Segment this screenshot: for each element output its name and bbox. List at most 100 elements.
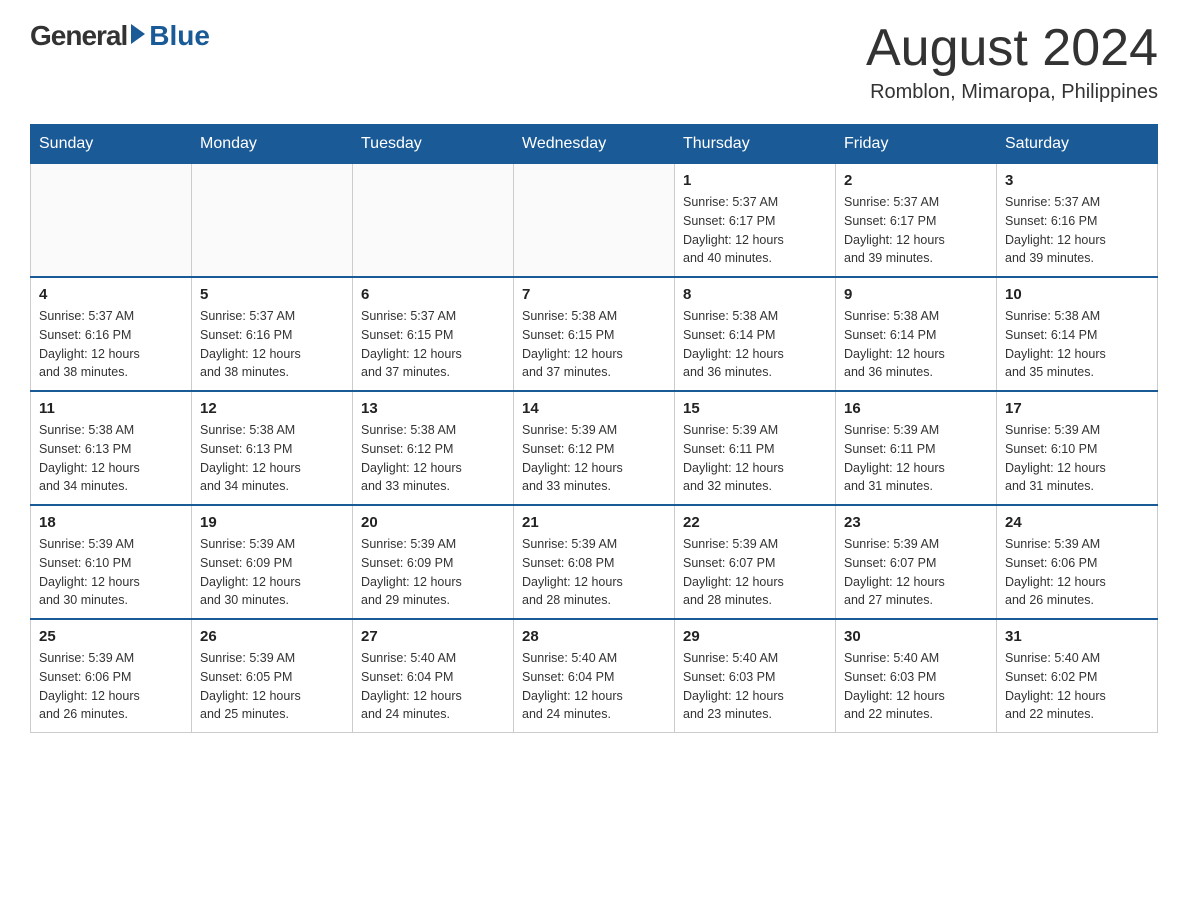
calendar-table: SundayMondayTuesdayWednesdayThursdayFrid… (30, 124, 1158, 733)
logo-blue-text: Blue (149, 20, 210, 52)
calendar-cell: 8Sunrise: 5:38 AM Sunset: 6:14 PM Daylig… (675, 277, 836, 391)
calendar-cell: 13Sunrise: 5:38 AM Sunset: 6:12 PM Dayli… (353, 391, 514, 505)
day-number: 1 (683, 172, 827, 189)
calendar-day-header: Saturday (997, 125, 1158, 164)
day-number: 3 (1005, 172, 1149, 189)
day-number: 21 (522, 514, 666, 531)
day-info: Sunrise: 5:38 AM Sunset: 6:14 PM Dayligh… (1005, 307, 1149, 382)
calendar-week-row: 18Sunrise: 5:39 AM Sunset: 6:10 PM Dayli… (31, 505, 1158, 619)
day-number: 25 (39, 628, 183, 645)
day-info: Sunrise: 5:40 AM Sunset: 6:04 PM Dayligh… (361, 649, 505, 724)
day-number: 13 (361, 400, 505, 417)
calendar-cell: 5 Sunrise: 5:37 AM Sunset: 6:16 PM Daylig… (192, 277, 353, 391)
location-text: Romblon, Mimaropa, Philippines (866, 81, 1158, 104)
calendar-cell: 30 Sunrise: 5:40 AM Sunset: 6:03 PM Dayli… (836, 619, 997, 733)
day-number: 27 (361, 628, 505, 645)
day-number: 14 (522, 400, 666, 417)
day-number: 28 (522, 628, 666, 645)
day-info: Sunrise: 5:39 AM Sunset: 6:06 PM Dayligh… (1005, 535, 1149, 610)
day-info: Sunrise: 5:38 AM Sunset: 6:14 PM Dayligh… (844, 307, 988, 382)
day-info: Sunrise: 5:39 AM Sunset: 6:11 PM Dayligh… (844, 421, 988, 496)
calendar-cell: 29 Sunrise: 5:40 AM Sunset: 6:03 PM Dayli… (675, 619, 836, 733)
day-number: 29 (683, 628, 827, 645)
calendar-cell (514, 164, 675, 278)
day-info: Sunrise: 5:38 AM Sunset: 6:15 PM Dayligh… (522, 307, 666, 382)
calendar-cell: 21 Sunrise: 5:39 AM Sunset: 6:08 PM Dayli… (514, 505, 675, 619)
day-number: 2 (844, 172, 988, 189)
day-number: 12 (200, 400, 344, 417)
day-number: 4 (39, 286, 183, 303)
day-info: Sunrise: 5:37 AM Sunset: 6:15 PM Dayligh… (361, 307, 505, 382)
calendar-cell (31, 164, 192, 278)
calendar-cell (353, 164, 514, 278)
calendar-cell: 26Sunrise: 5:39 AM Sunset: 6:05 PM Dayli… (192, 619, 353, 733)
day-info: Sunrise: 5:39 AM Sunset: 6:12 PM Dayligh… (522, 421, 666, 496)
day-info: Sunrise: 5:39 AM Sunset: 6:06 PM Dayligh… (39, 649, 183, 724)
calendar-cell: 24 Sunrise: 5:39 AM Sunset: 6:06 PM Dayli… (997, 505, 1158, 619)
day-info: Sunrise: 5:40 AM Sunset: 6:03 PM Dayligh… (683, 649, 827, 724)
logo: General Blue (30, 20, 210, 52)
day-info: Sunrise: 5:40 AM Sunset: 6:03 PM Dayligh… (844, 649, 988, 724)
day-info: Sunrise: 5:39 AM Sunset: 6:05 PM Dayligh… (200, 649, 344, 724)
day-number: 15 (683, 400, 827, 417)
day-number: 6 (361, 286, 505, 303)
calendar-cell: 22Sunrise: 5:39 AM Sunset: 6:07 PM Dayli… (675, 505, 836, 619)
calendar-cell (192, 164, 353, 278)
day-info: Sunrise: 5:37 AM Sunset: 6:17 PM Dayligh… (683, 193, 827, 268)
calendar-cell: 16Sunrise: 5:39 AM Sunset: 6:11 PM Dayli… (836, 391, 997, 505)
calendar-cell: 15 Sunrise: 5:39 AM Sunset: 6:11 PM Dayli… (675, 391, 836, 505)
calendar-cell: 31 Sunrise: 5:40 AM Sunset: 6:02 PM Dayli… (997, 619, 1158, 733)
day-info: Sunrise: 5:39 AM Sunset: 6:08 PM Dayligh… (522, 535, 666, 610)
calendar-cell: 1 Sunrise: 5:37 AM Sunset: 6:17 PM Daylig… (675, 164, 836, 278)
calendar-week-row: 1 Sunrise: 5:37 AM Sunset: 6:17 PM Daylig… (31, 164, 1158, 278)
day-info: Sunrise: 5:37 AM Sunset: 6:16 PM Dayligh… (200, 307, 344, 382)
calendar-cell: 17Sunrise: 5:39 AM Sunset: 6:10 PM Dayli… (997, 391, 1158, 505)
day-number: 10 (1005, 286, 1149, 303)
day-number: 31 (1005, 628, 1149, 645)
calendar-cell: 10 Sunrise: 5:38 AM Sunset: 6:14 PM Dayli… (997, 277, 1158, 391)
day-info: Sunrise: 5:38 AM Sunset: 6:13 PM Dayligh… (200, 421, 344, 496)
calendar-week-row: 25 Sunrise: 5:39 AM Sunset: 6:06 PM Dayli… (31, 619, 1158, 733)
day-info: Sunrise: 5:37 AM Sunset: 6:16 PM Dayligh… (39, 307, 183, 382)
day-number: 7 (522, 286, 666, 303)
day-number: 22 (683, 514, 827, 531)
day-number: 8 (683, 286, 827, 303)
day-info: Sunrise: 5:40 AM Sunset: 6:02 PM Dayligh… (1005, 649, 1149, 724)
calendar-day-header: Sunday (31, 125, 192, 164)
calendar-cell: 20 Sunrise: 5:39 AM Sunset: 6:09 PM Dayli… (353, 505, 514, 619)
calendar-cell: 4 Sunrise: 5:37 AM Sunset: 6:16 PM Daylig… (31, 277, 192, 391)
logo-arrow-icon (131, 24, 145, 44)
day-number: 30 (844, 628, 988, 645)
calendar-cell: 18Sunrise: 5:39 AM Sunset: 6:10 PM Dayli… (31, 505, 192, 619)
calendar-header-row: SundayMondayTuesdayWednesdayThursdayFrid… (31, 125, 1158, 164)
calendar-cell: 12 Sunrise: 5:38 AM Sunset: 6:13 PM Dayli… (192, 391, 353, 505)
calendar-cell: 27 Sunrise: 5:40 AM Sunset: 6:04 PM Dayli… (353, 619, 514, 733)
day-info: Sunrise: 5:39 AM Sunset: 6:11 PM Dayligh… (683, 421, 827, 496)
calendar-week-row: 4 Sunrise: 5:37 AM Sunset: 6:16 PM Daylig… (31, 277, 1158, 391)
day-number: 5 (200, 286, 344, 303)
day-number: 23 (844, 514, 988, 531)
day-info: Sunrise: 5:39 AM Sunset: 6:09 PM Dayligh… (200, 535, 344, 610)
calendar-cell: 14 Sunrise: 5:39 AM Sunset: 6:12 PM Dayli… (514, 391, 675, 505)
calendar-day-header: Monday (192, 125, 353, 164)
calendar-cell: 9Sunrise: 5:38 AM Sunset: 6:14 PM Daylig… (836, 277, 997, 391)
calendar-cell: 6 Sunrise: 5:37 AM Sunset: 6:15 PM Daylig… (353, 277, 514, 391)
page-header: General Blue August 2024 Romblon, Mimaro… (30, 20, 1158, 104)
calendar-day-header: Tuesday (353, 125, 514, 164)
day-info: Sunrise: 5:39 AM Sunset: 6:09 PM Dayligh… (361, 535, 505, 610)
calendar-cell: 23 Sunrise: 5:39 AM Sunset: 6:07 PM Dayli… (836, 505, 997, 619)
day-info: Sunrise: 5:38 AM Sunset: 6:13 PM Dayligh… (39, 421, 183, 496)
day-number: 24 (1005, 514, 1149, 531)
calendar-cell: 3Sunrise: 5:37 AM Sunset: 6:16 PM Daylig… (997, 164, 1158, 278)
calendar-week-row: 11 Sunrise: 5:38 AM Sunset: 6:13 PM Dayli… (31, 391, 1158, 505)
calendar-day-header: Wednesday (514, 125, 675, 164)
calendar-cell: 28 Sunrise: 5:40 AM Sunset: 6:04 PM Dayli… (514, 619, 675, 733)
day-number: 18 (39, 514, 183, 531)
day-number: 17 (1005, 400, 1149, 417)
day-number: 20 (361, 514, 505, 531)
day-info: Sunrise: 5:40 AM Sunset: 6:04 PM Dayligh… (522, 649, 666, 724)
day-info: Sunrise: 5:39 AM Sunset: 6:07 PM Dayligh… (844, 535, 988, 610)
day-number: 11 (39, 400, 183, 417)
calendar-cell: 2Sunrise: 5:37 AM Sunset: 6:17 PM Daylig… (836, 164, 997, 278)
calendar-day-header: Friday (836, 125, 997, 164)
